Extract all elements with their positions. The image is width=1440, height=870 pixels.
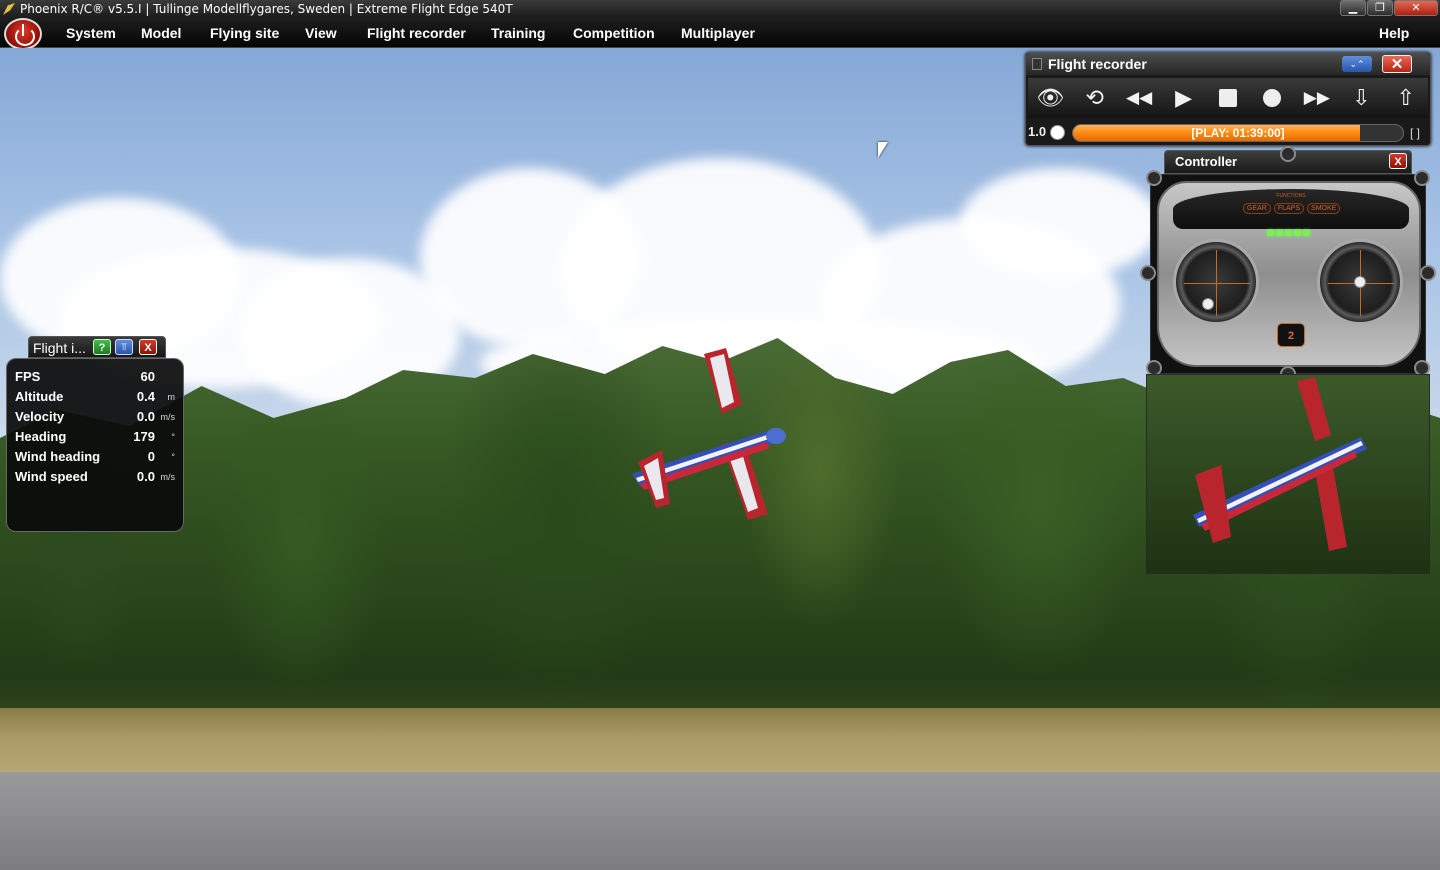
rewind-icon[interactable]: ◀◀ [1117, 78, 1161, 118]
export-icon[interactable]: ⇧ [1384, 78, 1428, 118]
flight-recorder-header[interactable]: Flight recorder ⌄⌃ ✕ [1026, 53, 1430, 75]
menu-competition[interactable]: Competition [573, 18, 655, 48]
functions-label: FUNCTIONS [1276, 193, 1306, 199]
wind-heading-value: 0 [147, 449, 155, 464]
recorder-toolbar: 👁 ⟲ ◀◀ ▶ ▶▶ ⇩ ⇧ [1028, 78, 1428, 118]
airplane-model [632, 348, 786, 520]
close-window-button[interactable]: ✕ [1394, 0, 1438, 16]
menu-view[interactable]: View [305, 18, 337, 48]
restore-button[interactable]: ❐ [1367, 0, 1393, 16]
controller-title: Controller [1175, 154, 1238, 169]
minimize-button[interactable]: ▁ [1340, 0, 1366, 16]
transmitter-graphic: FUNCTIONS GEAR FLAPS SMOKE 2 [1157, 181, 1421, 367]
left-stick [1202, 298, 1214, 310]
wind-speed-label: Wind speed [15, 469, 88, 484]
menu-system[interactable]: System [66, 18, 116, 48]
gear-function-button[interactable]: GEAR [1243, 203, 1271, 214]
playback-row: 1.0 [PLAY: 01:39:00] [ ] [1028, 122, 1428, 144]
menu-multiplayer[interactable]: Multiplayer [681, 18, 755, 48]
heading-value: 179 [133, 429, 155, 444]
left-gimbal [1173, 239, 1259, 325]
transmitter-top: FUNCTIONS GEAR FLAPS SMOKE [1173, 189, 1409, 229]
flight-info-body: FPS 60 Altitude 0.4 m Velocity 0.0 m/s H… [6, 358, 184, 532]
close-recorder-button[interactable]: ✕ [1382, 55, 1412, 73]
runway [0, 772, 1440, 870]
pin-button[interactable]: ⫪ [115, 339, 133, 355]
fullscreen-bracket-button[interactable]: [ ] [1410, 126, 1420, 140]
panel-icon [1032, 58, 1042, 70]
menu-bar: System Model Flying site View Flight rec… [0, 18, 1440, 50]
flight-info-panel: Flight i... ? ⫪ X FPS 60 Altitude 0.4 m … [6, 336, 184, 532]
velocity-value: 0.0 [136, 409, 155, 424]
flight-recorder-title: Flight recorder [1048, 56, 1147, 72]
wind-speed-row: Wind speed 0.0 m/s [15, 469, 175, 489]
altitude-label: Altitude [15, 389, 64, 404]
status-leds [1267, 230, 1310, 236]
power-icon[interactable] [4, 18, 42, 50]
altitude-value: 0.4 [136, 389, 155, 404]
speed-knob[interactable] [1050, 125, 1065, 140]
resize-handle[interactable] [1280, 146, 1296, 162]
wind-speed-unit: m/s [160, 472, 176, 482]
right-stick [1354, 276, 1366, 288]
resize-handle[interactable] [1414, 170, 1430, 186]
playback-progress-bar[interactable]: [PLAY: 01:39:00] [1072, 124, 1404, 142]
menu-flying-site[interactable]: Flying site [210, 18, 279, 48]
right-gimbal [1317, 239, 1403, 325]
help-button[interactable]: ? [93, 339, 111, 355]
controller-panel: Controller X FUNCTIONS GEAR FLAPS SMOKE [1140, 146, 1436, 574]
fps-value: 60 [140, 369, 155, 384]
stop-icon[interactable] [1206, 78, 1250, 118]
menu-help[interactable]: Help [1379, 18, 1409, 48]
heading-row: Heading 179 ° [15, 429, 175, 449]
flight-info-header[interactable]: Flight i... ? ⫪ X [28, 336, 166, 358]
playback-speed: 1.0 [1028, 124, 1047, 139]
transmitter-view: FUNCTIONS GEAR FLAPS SMOKE 2 [1150, 174, 1426, 374]
grass-strip [0, 708, 1440, 780]
cloud [960, 168, 1160, 278]
wind-speed-value: 0.0 [136, 469, 155, 484]
fps-label: FPS [15, 369, 41, 384]
progress-label: [PLAY: 01:39:00] [1191, 126, 1285, 140]
resize-handle[interactable] [1420, 265, 1436, 281]
collapse-button[interactable]: ⌄⌃ [1342, 56, 1372, 72]
menu-model[interactable]: Model [141, 18, 181, 48]
eye-icon[interactable]: 👁 [1028, 78, 1072, 118]
loop-icon[interactable]: ⟲ [1072, 78, 1116, 118]
play-icon[interactable]: ▶ [1161, 78, 1205, 118]
resize-handle[interactable] [1146, 170, 1162, 186]
window-controls: ▁ ❐ ✕ [1340, 0, 1438, 16]
close-controller-button[interactable]: X [1389, 153, 1407, 169]
app-icon [3, 3, 15, 15]
flaps-function-button[interactable]: FLAPS [1273, 203, 1305, 214]
mode-indicator: 2 [1277, 323, 1305, 347]
heading-unit: ° [171, 432, 175, 442]
window-title: Phoenix R/C® v5.5.I | Tullinge Modellfly… [20, 2, 513, 16]
wind-heading-unit: ° [171, 452, 175, 462]
smoke-function-button[interactable]: SMOKE [1307, 203, 1341, 214]
altitude-unit: m [167, 392, 176, 402]
resize-handle[interactable] [1140, 265, 1156, 281]
altitude-row: Altitude 0.4 m [15, 389, 175, 409]
menu-flight-recorder[interactable]: Flight recorder [367, 18, 466, 48]
flight-recorder-panel: Flight recorder ⌄⌃ ✕ 👁 ⟲ ◀◀ ▶ ▶▶ ⇩ ⇧ 1.0… [1025, 52, 1431, 146]
fps-row: FPS 60 [15, 369, 175, 389]
airplane-model-small [1193, 377, 1367, 551]
velocity-label: Velocity [15, 409, 65, 424]
heading-label: Heading [15, 429, 67, 444]
close-flight-info-button[interactable]: X [139, 339, 157, 355]
window-titlebar: Phoenix R/C® v5.5.I | Tullinge Modellfly… [0, 0, 1440, 18]
chase-camera-view [1146, 374, 1430, 574]
menu-training[interactable]: Training [491, 18, 545, 48]
flight-info-title: Flight i... [33, 340, 86, 356]
record-icon[interactable] [1250, 78, 1294, 118]
mouse-cursor [878, 142, 888, 158]
velocity-row: Velocity 0.0 m/s [15, 409, 175, 429]
function-buttons: GEAR FLAPS SMOKE [1243, 203, 1341, 214]
wind-heading-row: Wind heading 0 ° [15, 449, 175, 469]
fast-forward-icon[interactable]: ▶▶ [1295, 78, 1339, 118]
wind-heading-label: Wind heading [15, 449, 101, 464]
velocity-unit: m/s [160, 412, 176, 422]
import-icon[interactable]: ⇩ [1339, 78, 1383, 118]
